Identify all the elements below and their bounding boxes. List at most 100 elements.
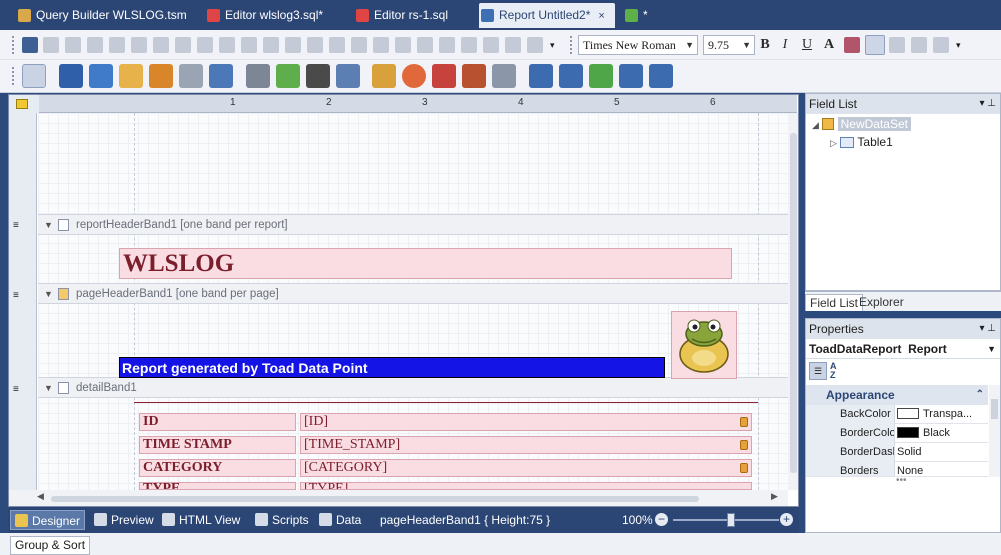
save-icon[interactable] [22,37,38,53]
row-field-time-stamp[interactable]: [TIME_STAMP] [300,436,752,454]
zoom-slider-thumb[interactable] [727,513,736,527]
horizontal-spacing-icon[interactable] [285,37,301,53]
tree-node-dataset[interactable]: ◢ NewDataSet [812,116,911,133]
preview-view-button[interactable]: Preview [94,512,154,528]
same-height-icon[interactable] [241,37,257,53]
page-header-band[interactable]: ▼ pageHeaderBand1 [one band per page] [38,283,788,304]
align-rights-icon[interactable] [131,37,147,53]
subreport-tool-icon[interactable] [559,64,583,88]
scroll-left-icon[interactable]: ◀ [37,491,44,502]
tree-expand-icon[interactable]: ◢ [812,120,819,130]
align-to-grid-icon[interactable] [65,37,81,53]
scroll-thumb[interactable] [790,133,797,473]
group-and-sort-tab[interactable]: Group & Sort [10,536,91,555]
tab-automation[interactable]: * [623,3,663,28]
html-view-button[interactable]: HTML View [162,512,240,528]
row-label-id[interactable]: ID [139,413,296,431]
toolbar-grip[interactable] [570,36,573,54]
row-label-time-stamp[interactable]: TIME STAMP [139,436,296,454]
tab-report-untitled2[interactable]: Report Untitled2* × [479,3,615,28]
shape-tool-icon[interactable] [276,64,300,88]
same-size-icon[interactable] [263,37,279,53]
vertical-spacing-icon[interactable] [373,37,389,53]
scroll-right-icon[interactable]: ▶ [771,491,778,502]
zip-code-tool-icon[interactable] [336,64,360,88]
underline-button[interactable]: U [798,35,816,55]
font-size-select[interactable]: 9.75 ▼ [703,35,755,55]
pointer-tool-icon[interactable] [22,64,46,88]
align-bottoms-icon[interactable] [197,37,213,53]
collapse-arrow-icon[interactable]: ▼ [44,378,53,398]
property-row[interactable]: BorderDash Solid [806,443,988,462]
increase-vspacing-icon[interactable] [395,37,411,53]
cross-band-line-icon[interactable] [589,64,613,88]
collapse-icon[interactable]: ⌃ [976,385,984,405]
bring-to-front-icon[interactable] [505,37,521,53]
report-subtitle-label[interactable]: Report generated by Toad Data Point [119,357,665,378]
band-menu-icon[interactable]: ≡ [13,384,19,395]
smart-tag-icon[interactable] [740,463,748,473]
align-left-icon[interactable] [865,35,885,55]
align-lefts-icon[interactable] [87,37,103,53]
tree-expand-icon[interactable]: ▷ [830,138,837,148]
panel-tool-icon[interactable] [179,64,203,88]
smart-tag-icon[interactable] [740,417,748,427]
zoom-slider[interactable] [673,513,779,527]
font-name-select[interactable]: Times New Roman ▼ [578,35,698,55]
rich-text-tool-icon[interactable] [119,64,143,88]
picture-box-tool-icon[interactable] [149,64,173,88]
chart-tool-icon[interactable] [372,64,396,88]
decrease-vspacing-icon[interactable] [417,37,433,53]
pin-icon[interactable]: ▾ ⊥ [979,319,996,339]
report-header-band[interactable]: ▼ reportHeaderBand1 [one band per report] [38,214,788,235]
tab-query-builder[interactable]: Query Builder WLSLOG.tsm [16,3,196,28]
tab-editor-wlslog3[interactable]: Editor wlslog3.sql* [205,3,345,28]
property-row[interactable]: BackColor Transpa... [806,405,988,424]
property-row[interactable]: BorderColo Black [806,424,988,443]
categorized-icon[interactable]: ☰ [809,362,827,380]
italic-button[interactable]: I [776,35,794,55]
designer-corner-icon[interactable] [16,99,28,109]
close-tab-icon[interactable]: × [598,10,604,22]
designer-view-button[interactable]: Designer [10,510,86,530]
splitter-grip[interactable]: ••• [896,475,907,486]
toolbar-grip[interactable] [12,36,15,54]
tab-editor-rs1[interactable]: Editor rs-1.sql [354,3,474,28]
pin-icon[interactable]: ▾ ⊥ [979,94,996,114]
label-tool-icon[interactable] [59,64,83,88]
align-center-icon[interactable] [889,37,905,53]
smart-tag-icon[interactable] [740,440,748,450]
property-category-appearance[interactable]: Appearance ⌃ [806,385,988,405]
fore-color-button[interactable]: A [820,35,838,55]
zoom-out-icon[interactable]: − [655,513,668,526]
justify-icon[interactable] [933,37,949,53]
row-label-type[interactable]: TYPE [139,482,296,490]
center-vertically-icon[interactable] [483,37,499,53]
checkbox-tool-icon[interactable] [89,64,113,88]
barcode-tool-icon[interactable] [306,64,330,88]
align-tops-icon[interactable] [153,37,169,53]
center-horizontally-icon[interactable] [461,37,477,53]
gauge-tool-icon[interactable] [402,64,426,88]
align-right-icon[interactable] [911,37,927,53]
data-view-button[interactable]: Data [319,512,361,528]
horizontal-scrollbar[interactable]: ◀ ▶ [9,490,788,506]
report-canvas[interactable]: ▼ reportHeaderBand1 [one band per report]… [38,113,788,490]
toolbar-overflow-icon[interactable]: ▾ [956,40,966,52]
table-tool-icon[interactable] [209,64,233,88]
summary-tool-icon[interactable] [462,64,486,88]
pivot-grid-tool-icon[interactable] [649,64,673,88]
decrease-spacing-icon[interactable] [329,37,345,53]
remove-vspacing-icon[interactable] [439,37,455,53]
tree-node-table[interactable]: ▷ Table1 [830,134,893,151]
toolbar-overflow-icon[interactable]: ▾ [550,40,560,52]
detail-band[interactable]: ▼ detailBand1 [38,377,788,398]
send-to-back-icon[interactable] [527,37,543,53]
report-title-label[interactable]: WLSLOG [119,248,732,279]
vertical-scrollbar[interactable] [788,113,798,490]
row-field-type[interactable]: [TYPE] [300,482,752,490]
page-info-tool-icon[interactable] [492,64,516,88]
alphabetical-icon[interactable]: AZ [830,362,848,380]
tab-explorer[interactable]: Explorer [855,294,908,311]
cross-band-box-icon[interactable] [619,64,643,88]
